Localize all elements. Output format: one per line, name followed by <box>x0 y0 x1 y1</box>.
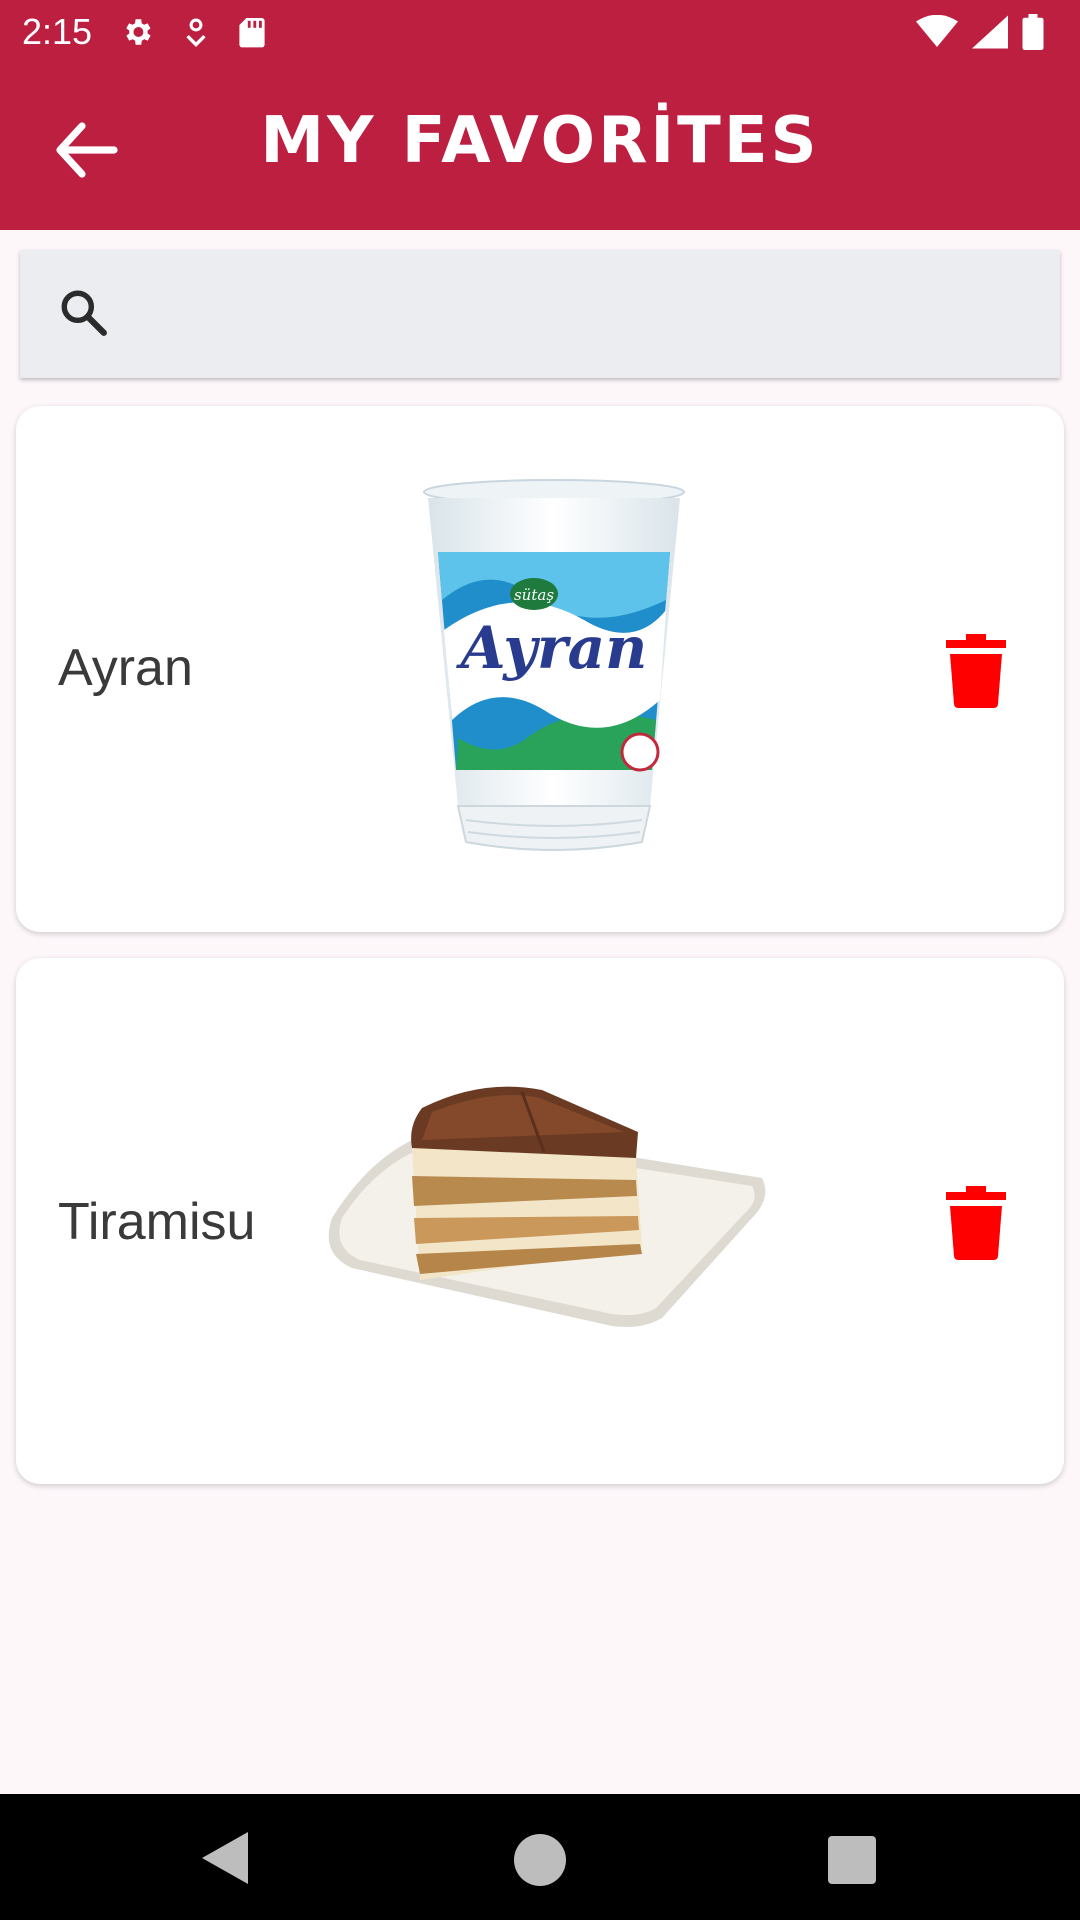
delete-button[interactable] <box>946 1186 1006 1260</box>
favorite-name: Ayran <box>58 639 193 697</box>
wifi-icon <box>916 15 958 49</box>
nav-back-button[interactable] <box>200 1830 260 1890</box>
app-bar: MY FAVORİTES <box>0 64 1080 230</box>
status-right <box>916 14 1058 50</box>
delete-button[interactable] <box>946 634 1006 708</box>
search-bar[interactable] <box>20 250 1060 378</box>
recents-square-icon <box>822 1836 878 1890</box>
status-bar: 2:15 <box>0 0 1080 64</box>
system-nav-bar <box>0 1794 1080 1920</box>
signal-icon <box>972 15 1008 49</box>
svg-text:sütaş: sütaş <box>514 586 554 604</box>
favorite-card[interactable]: Tiramisu <box>16 958 1064 1484</box>
search-input[interactable] <box>132 274 1032 354</box>
trash-icon <box>946 634 1006 712</box>
favorite-name: Tiramisu <box>58 1193 256 1251</box>
trash-icon <box>946 1186 1006 1264</box>
svg-text:Ayran: Ayran <box>456 614 648 682</box>
location-icon <box>182 15 210 49</box>
status-time: 2:15 <box>22 11 93 52</box>
ayran-cup-image: sütaş Ayran <box>404 470 704 884</box>
home-circle-icon <box>510 1834 570 1894</box>
page-title: MY FAVORİTES <box>260 104 820 178</box>
search-icon <box>58 287 108 341</box>
back-triangle-icon <box>200 1832 250 1890</box>
settings-icon <box>120 15 154 49</box>
nav-recents-button[interactable] <box>822 1830 882 1890</box>
favorite-card[interactable]: Ayran sütaş Ayran <box>16 406 1064 932</box>
battery-icon <box>1022 14 1044 50</box>
sd-card-icon <box>238 15 266 49</box>
tiramisu-cake-image <box>312 1068 782 1342</box>
nav-home-button[interactable] <box>510 1830 570 1890</box>
status-left: 2:15 <box>22 11 266 53</box>
